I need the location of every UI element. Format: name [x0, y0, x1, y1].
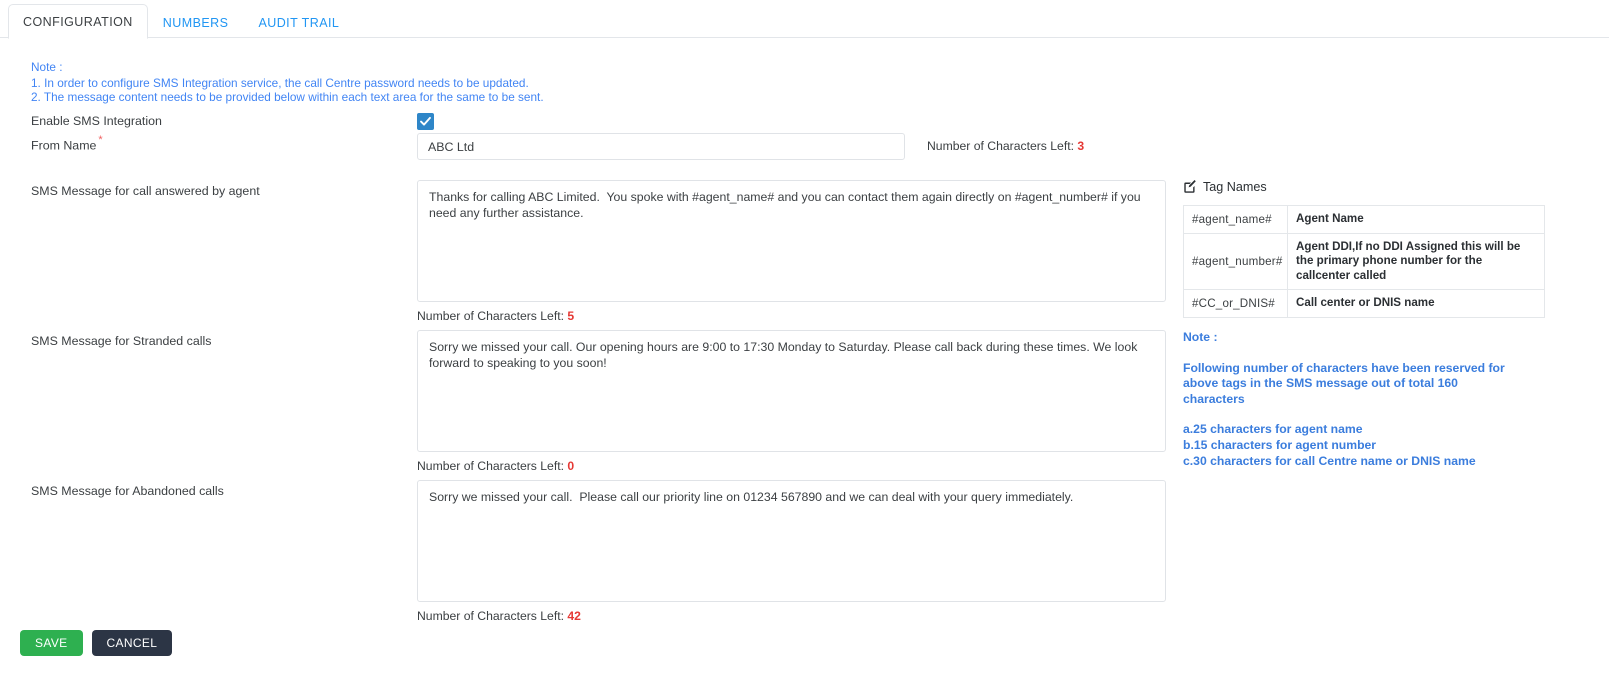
message-textarea-abandoned[interactable]	[417, 480, 1166, 602]
top-note-heading: Note :	[31, 60, 63, 74]
tag-cell-key: #CC_or_DNIS#	[1183, 289, 1288, 318]
message-label-stranded: SMS Message for Stranded calls	[31, 334, 212, 348]
pencil-square-icon	[1183, 180, 1197, 194]
right-note-heading: Note :	[1183, 330, 1218, 344]
tag-names-title-text: Tag Names	[1203, 180, 1267, 194]
count-label: Number of Characters Left:	[417, 309, 564, 323]
tag-cell-key: #agent_number#	[1183, 232, 1288, 290]
from-name-count-value: 3	[1077, 139, 1085, 153]
required-asterisk: *	[98, 134, 103, 146]
sms-configuration-page: CONFIGURATION NUMBERS AUDIT TRAIL Note :…	[0, 0, 1609, 687]
count-label: Number of Characters Left:	[417, 609, 564, 623]
tag-cell-description: Agent DDI,If no DDI Assigned this will b…	[1287, 232, 1545, 290]
enable-sms-row: Enable SMS Integration	[31, 112, 1591, 134]
from-name-row: From Name* Number of Characters Left: 3	[31, 133, 1591, 168]
table-row: #agent_name# Agent Name	[1183, 205, 1545, 234]
from-name-count-label: Number of Characters Left:	[927, 139, 1074, 153]
message-label-abandoned: SMS Message for Abandoned calls	[31, 484, 224, 498]
message-textarea-answered[interactable]	[417, 180, 1166, 302]
tab-configuration[interactable]: CONFIGURATION	[8, 4, 148, 39]
enable-sms-checkbox[interactable]	[417, 113, 434, 130]
right-note-item-a: a.25 characters for agent name	[1183, 422, 1363, 437]
right-note-body: Following number of characters have been…	[1183, 360, 1505, 406]
message-character-count-abandoned: Number of Characters Left: 42	[417, 609, 581, 623]
right-note-item-c: c.30 characters for call Centre name or …	[1183, 453, 1476, 468]
cancel-button[interactable]: CANCEL	[91, 630, 173, 656]
count-label: Number of Characters Left:	[417, 459, 564, 473]
tab-list: CONFIGURATION NUMBERS AUDIT TRAIL	[0, 0, 1609, 39]
tab-bar: CONFIGURATION NUMBERS AUDIT TRAIL	[0, 0, 1609, 39]
table-row: #agent_number# Agent DDI,If no DDI Assig…	[1183, 232, 1545, 290]
from-name-input[interactable]	[417, 133, 905, 160]
tag-cell-description: Agent Name	[1287, 205, 1545, 234]
reserved-characters-note: Note : Following number of characters ha…	[1183, 330, 1583, 469]
check-icon	[420, 116, 431, 126]
tag-cell-description: Call center or DNIS name	[1287, 289, 1545, 318]
tag-cell-key: #agent_name#	[1183, 205, 1288, 234]
top-note: Note : 1. In order to configure SMS Inte…	[31, 60, 544, 105]
from-name-label: From Name	[31, 138, 97, 153]
save-button[interactable]: SAVE	[20, 630, 83, 656]
from-name-character-count: Number of Characters Left: 3	[927, 139, 1084, 153]
message-textarea-stranded[interactable]	[417, 330, 1166, 452]
message-label-answered: SMS Message for call answered by agent	[31, 184, 260, 198]
tag-names-title: Tag Names	[1183, 180, 1583, 194]
count-value: 0	[567, 459, 575, 473]
table-row: #CC_or_DNIS# Call center or DNIS name	[1183, 289, 1545, 318]
count-value: 5	[567, 309, 575, 323]
enable-sms-label: Enable SMS Integration	[31, 114, 162, 128]
tab-numbers[interactable]: NUMBERS	[148, 5, 244, 39]
tag-names-table: #agent_name# Agent Name #agent_number# A…	[1183, 205, 1545, 318]
message-character-count-answered: Number of Characters Left: 5	[417, 309, 574, 323]
count-value: 42	[567, 609, 581, 623]
top-note-line-2: 2. The message content needs to be provi…	[31, 90, 544, 105]
top-note-line-1: 1. In order to configure SMS Integration…	[31, 75, 529, 90]
form-actions: SAVE CANCEL	[20, 630, 173, 656]
right-note-item-b: b.15 characters for agent number	[1183, 437, 1377, 452]
message-character-count-stranded: Number of Characters Left: 0	[417, 459, 574, 473]
tag-names-panel: Tag Names #agent_name# Agent Name #agent…	[1183, 180, 1583, 318]
tab-audit-trail[interactable]: AUDIT TRAIL	[243, 5, 354, 39]
